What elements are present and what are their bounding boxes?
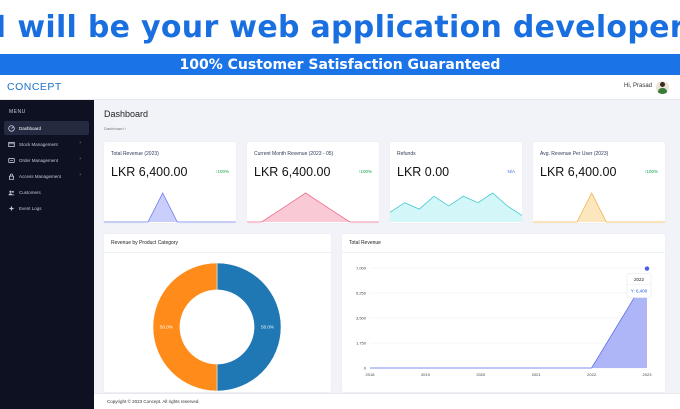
sparkline	[104, 192, 236, 223]
screen: I will be your web application developer…	[0, 0, 680, 409]
sparkline	[390, 192, 522, 222]
tooltip-year: 2022	[634, 277, 645, 282]
total-revenue-panel: Total Revenue 0 1,750 3,500 5,250 7,000 2018 2…	[342, 234, 665, 392]
order-icon	[7, 156, 16, 165]
data-point-marker[interactable]	[644, 266, 650, 271]
card-value: LKR 6,400.00	[254, 165, 331, 179]
total-revenue-chart: 0 1,750 3,500 5,250 7,000 2018 2019 2020 2021 202…	[356, 266, 653, 378]
x-tick-label: 2019	[421, 372, 431, 377]
main-content: Dashboard Dashboard › Total Revenue (202…	[94, 100, 680, 409]
card-change: ↑100%	[215, 169, 229, 174]
card-change: ↑100%	[644, 169, 658, 174]
card-title: Refunds	[397, 151, 416, 157]
x-tick-label: 2021	[532, 372, 542, 377]
sidebar-item-event-logs[interactable]: Event Logs	[4, 201, 89, 215]
user-greeting[interactable]: Hi, Prasad	[624, 83, 652, 89]
card-title: Total Revenue (2023)	[111, 151, 159, 157]
y-tick-label: 1,750	[356, 341, 367, 346]
page-title: Dashboard	[104, 109, 149, 119]
customers-icon	[7, 188, 16, 197]
donut-slice-label: 50.0%	[261, 325, 274, 330]
x-tick-label: 2023	[643, 372, 653, 377]
card-change: N/A	[507, 169, 515, 174]
access-icon	[7, 172, 16, 181]
tagline-text: 100% Customer Satisfaction Guaranteed	[179, 56, 501, 73]
area-fill	[370, 276, 647, 368]
brand-logo[interactable]: CONCEPT	[7, 81, 62, 93]
dashboard-icon	[7, 124, 16, 133]
sidebar-item-customers[interactable]: Customers	[4, 185, 89, 199]
breadcrumb: Dashboard ›	[104, 126, 126, 131]
sidebar-item-label: Access Management	[19, 173, 62, 179]
sidebar-item-dashboard[interactable]: Dashboard	[4, 121, 89, 135]
stat-card-current-month-revenue: Current Month Revenue (2023 - 05) LKR 6,…	[247, 142, 379, 223]
sparkline-area	[247, 193, 379, 222]
chevron-right-icon: ›	[79, 156, 81, 162]
sidebar-item-label: Event Logs	[19, 205, 42, 211]
avatar[interactable]	[656, 81, 669, 94]
sparkline	[247, 192, 379, 223]
x-tick-label: 2018	[366, 372, 376, 377]
y-tick-label: 5,250	[356, 291, 367, 296]
sparkline-area	[390, 193, 522, 222]
card-title: Avg. Revenue Per User (2023)	[540, 151, 609, 157]
chevron-right-icon: ›	[79, 172, 81, 178]
tooltip-value: Y: 6,400	[631, 289, 648, 294]
card-title: Current Month Revenue (2023 - 05)	[254, 151, 334, 157]
donut-chart: 50.0% 50.0%	[152, 262, 282, 392]
sidebar-item-label: Stock Management	[19, 141, 58, 147]
donut-slice-label: 50.0%	[160, 325, 173, 330]
app-header: CONCEPT Hi, Prasad	[0, 75, 680, 100]
revenue-by-category-panel: Revenue by Product Category 50.0% 50.0%	[104, 234, 331, 392]
sparkline	[533, 192, 665, 223]
stock-icon	[7, 140, 16, 149]
card-value: LKR 0.00	[397, 165, 450, 179]
menu-title: MENU	[9, 109, 26, 115]
footer: Copyright © 2023 Concept. All rights res…	[94, 393, 680, 409]
sidebar-item-order-management[interactable]: Order Management ›	[4, 153, 89, 167]
y-tick-label: 0	[364, 366, 367, 371]
headline-banner: I will be your web application developer	[0, 0, 680, 54]
headline-text: I will be your web application developer	[0, 9, 680, 45]
stat-card-avg-revenue-per-user: Avg. Revenue Per User (2023) LKR 6,400.0…	[533, 142, 665, 223]
copyright-text: Copyright © 2023 Concept. All rights res…	[107, 399, 200, 404]
stat-card-refunds: Refunds LKR 0.00 N/A	[390, 142, 522, 223]
x-tick-label: 2022	[587, 372, 597, 377]
event-logs-icon	[7, 204, 16, 213]
card-value: LKR 6,400.00	[111, 165, 188, 179]
sidebar-item-label: Customers	[19, 189, 41, 195]
tagline-banner: 100% Customer Satisfaction Guaranteed	[0, 54, 680, 75]
breadcrumb-item[interactable]: Dashboard	[104, 126, 124, 131]
sidebar-item-label: Order Management	[19, 157, 59, 163]
sidebar-item-label: Dashboard	[19, 125, 42, 131]
x-tick-label: 2020	[476, 372, 486, 377]
breadcrumb-separator: ›	[124, 126, 127, 131]
sidebar-item-access-management[interactable]: Access Management ›	[4, 169, 89, 183]
y-tick-label: 7,000	[356, 266, 367, 271]
card-value: LKR 6,400.00	[540, 165, 617, 179]
sidebar-item-stock-management[interactable]: Stock Management ›	[4, 137, 89, 151]
chevron-right-icon: ›	[79, 140, 81, 146]
card-change: ↑100%	[358, 169, 372, 174]
sidebar: MENU Dashboard Stock Management › Order …	[0, 100, 94, 409]
stat-card-total-revenue: Total Revenue (2023) LKR 6,400.00 ↑100%	[104, 142, 236, 223]
y-tick-label: 3,500	[356, 316, 367, 321]
